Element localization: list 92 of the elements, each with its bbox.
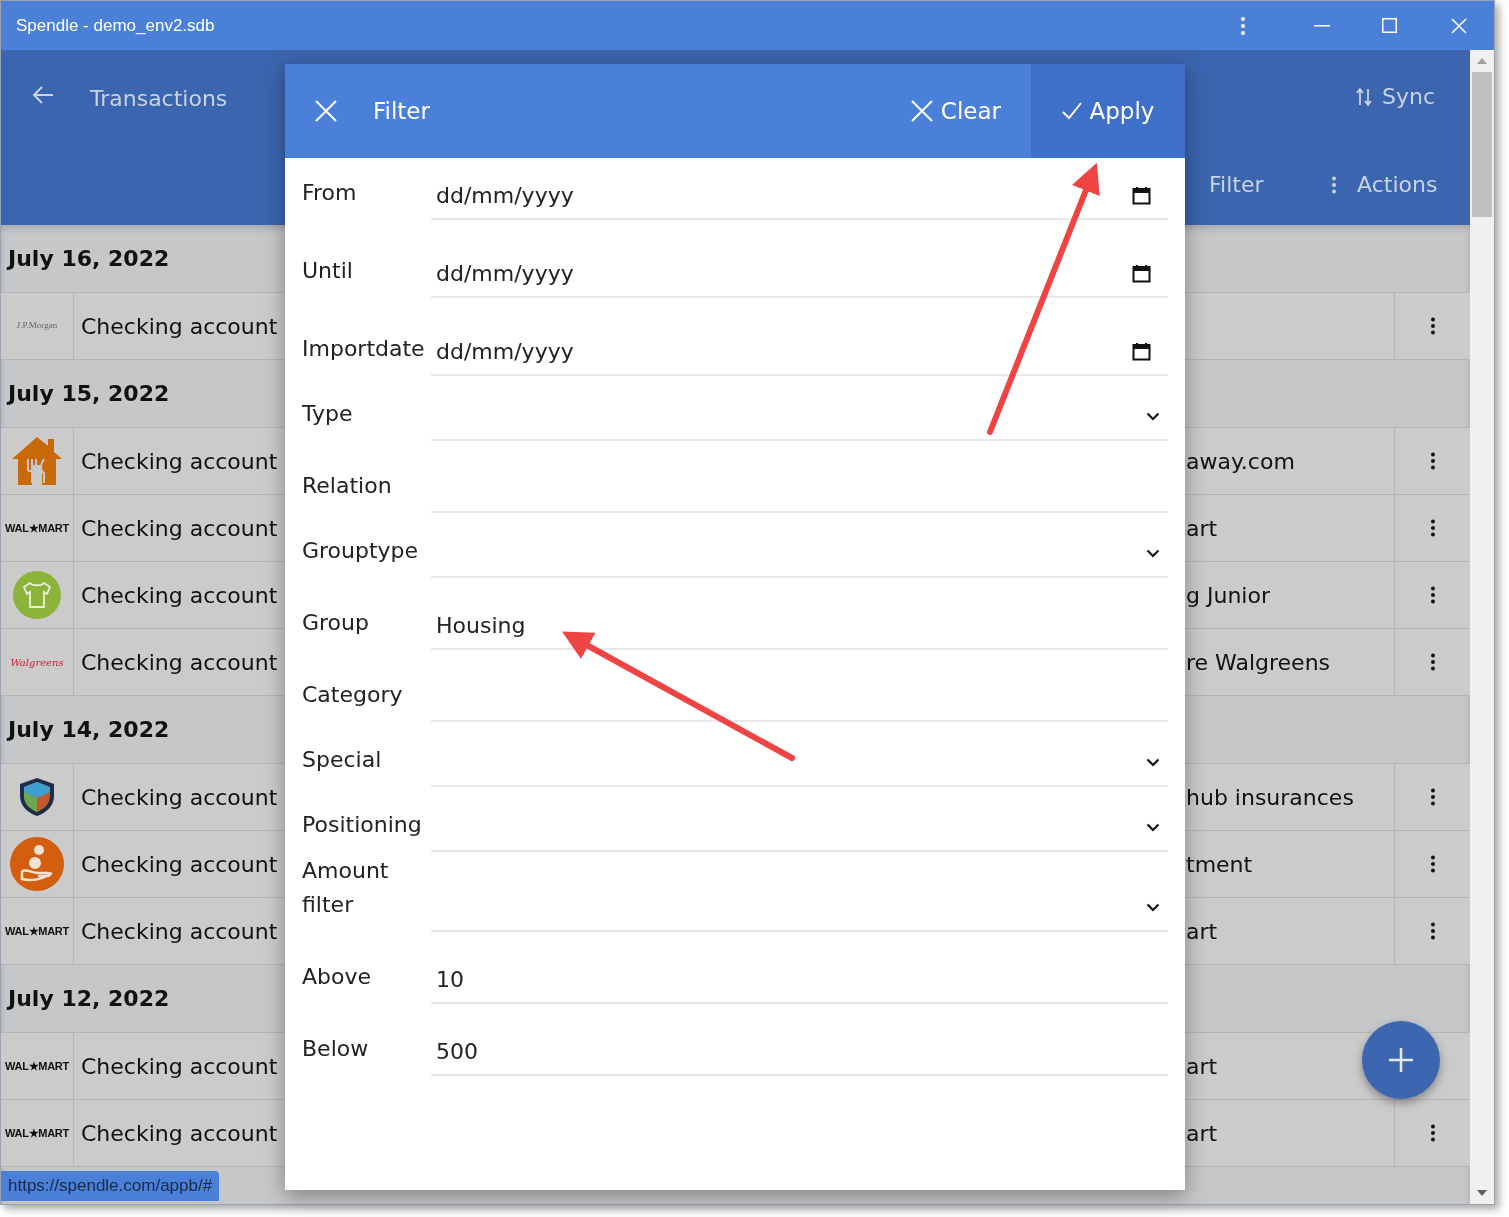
date-field[interactable]: dd/mm/yyyy xyxy=(431,328,1168,376)
date-heading: July 15, 2022 xyxy=(8,380,170,408)
payee-name: hub insurances xyxy=(1186,783,1354,812)
kebab-menu-icon[interactable] xyxy=(1429,452,1436,470)
actions-button[interactable]: Actions xyxy=(1331,168,1438,201)
chevron-down-icon xyxy=(1146,411,1160,421)
kebab-menu-icon[interactable] xyxy=(1429,1124,1436,1142)
close-icon xyxy=(910,100,933,122)
field-label: Special xyxy=(302,746,383,774)
kebab-menu-icon[interactable] xyxy=(1429,855,1436,873)
maximize-icon[interactable] xyxy=(1382,18,1397,33)
kebab-menu-icon[interactable] xyxy=(1429,519,1436,537)
payee-name: re Walgreens xyxy=(1186,648,1331,677)
kebab-menu-icon[interactable] xyxy=(1429,922,1436,940)
field-label: From xyxy=(302,179,358,207)
payee-name: away.com xyxy=(1186,447,1295,476)
field-label: Positioning xyxy=(302,811,423,839)
input-field[interactable]: 10 xyxy=(431,956,1168,1004)
payee-name: art xyxy=(1186,1119,1218,1148)
status-url: https://spendle.com/appb/# xyxy=(1,1171,220,1201)
checkmark-icon xyxy=(1061,102,1082,120)
account-name: Checking account xyxy=(81,514,278,543)
input-field[interactable]: 500 xyxy=(431,1028,1168,1076)
scrollbar[interactable] xyxy=(1470,50,1494,1204)
account-name: Checking account xyxy=(81,648,278,677)
account-name: Checking account xyxy=(81,850,278,879)
payee-name: art xyxy=(1186,917,1218,946)
dialog-title: Filter xyxy=(373,96,431,126)
field-label: Grouptype xyxy=(302,537,420,565)
hand-coin-icon xyxy=(10,837,64,891)
brand-logo: WAL★MART xyxy=(5,1058,69,1074)
payee-name: g Junior xyxy=(1186,581,1270,610)
kebab-menu-icon[interactable] xyxy=(1429,653,1436,671)
account-name: Checking account xyxy=(81,917,278,946)
field-label: Group xyxy=(302,609,370,637)
minimize-icon[interactable] xyxy=(1314,24,1330,27)
house-fork-knife-icon xyxy=(10,435,64,487)
date-field[interactable]: dd/mm/yyyy xyxy=(431,172,1168,220)
field-label: Importdate xyxy=(302,335,426,363)
field-label: Amount filter xyxy=(302,857,390,919)
plus-icon xyxy=(1388,1047,1414,1073)
account-name: Checking account xyxy=(81,447,278,476)
shield-icon xyxy=(18,776,56,818)
account-name: Checking account xyxy=(81,1119,278,1148)
calendar-icon[interactable] xyxy=(1132,264,1151,283)
filter-button[interactable]: Filter xyxy=(1209,168,1264,201)
brand-logo: WAL★MART xyxy=(5,1125,69,1141)
chevron-down-icon xyxy=(1146,822,1160,832)
scroll-down-icon[interactable] xyxy=(1477,1190,1487,1196)
account-name: Checking account xyxy=(81,312,278,341)
scroll-up-icon[interactable] xyxy=(1477,58,1487,64)
field-label: Category xyxy=(302,681,404,709)
account-name: Checking account xyxy=(81,581,278,610)
field-label: Below xyxy=(302,1035,370,1063)
payee-name: tment xyxy=(1186,850,1253,879)
date-heading: July 14, 2022 xyxy=(8,716,170,744)
page-title: Transactions xyxy=(90,85,228,113)
kebab-icon xyxy=(1331,175,1337,194)
date-field[interactable]: dd/mm/yyyy xyxy=(431,250,1168,298)
field-label: Relation xyxy=(302,472,393,500)
chevron-down-icon xyxy=(1146,902,1160,912)
account-name: Checking account xyxy=(81,1052,278,1081)
chevron-down-icon xyxy=(1146,548,1160,558)
close-icon[interactable] xyxy=(1451,17,1467,34)
sync-arrows-icon xyxy=(1356,86,1372,107)
payee-name: art xyxy=(1186,514,1218,543)
kebab-menu-icon[interactable] xyxy=(1429,317,1436,335)
field-label: Type xyxy=(302,400,354,428)
shirt-icon xyxy=(12,570,62,620)
apply-button[interactable]: Apply xyxy=(1031,64,1185,158)
field-label: Above xyxy=(302,963,373,991)
kebab-menu-icon[interactable] xyxy=(1429,788,1436,806)
brand-logo: WAL★MART xyxy=(5,923,69,939)
account-name: Checking account xyxy=(81,783,278,812)
brand-logo: Walgreens xyxy=(10,655,64,670)
scroll-thumb[interactable] xyxy=(1472,72,1492,217)
date-heading: July 16, 2022 xyxy=(8,245,170,273)
sync-button[interactable]: Sync xyxy=(1356,80,1436,113)
back-arrow-icon[interactable] xyxy=(32,85,54,105)
calendar-icon[interactable] xyxy=(1132,342,1151,361)
calendar-icon[interactable] xyxy=(1132,186,1151,205)
brand-logo: WAL★MART xyxy=(5,520,69,536)
field-label: Until xyxy=(302,257,354,285)
clear-button[interactable]: Clear xyxy=(910,64,1031,158)
chevron-down-icon xyxy=(1146,757,1160,767)
brand-logo: J.P.Morgan xyxy=(16,319,58,333)
input-field[interactable]: Housing xyxy=(431,602,1168,650)
payee-name: art xyxy=(1186,1052,1218,1081)
close-icon xyxy=(315,100,337,122)
kebab-menu-icon[interactable] xyxy=(1429,586,1436,604)
window-title: Spendle - demo_env2.sdb xyxy=(16,14,216,37)
date-heading: July 12, 2022 xyxy=(8,985,170,1013)
